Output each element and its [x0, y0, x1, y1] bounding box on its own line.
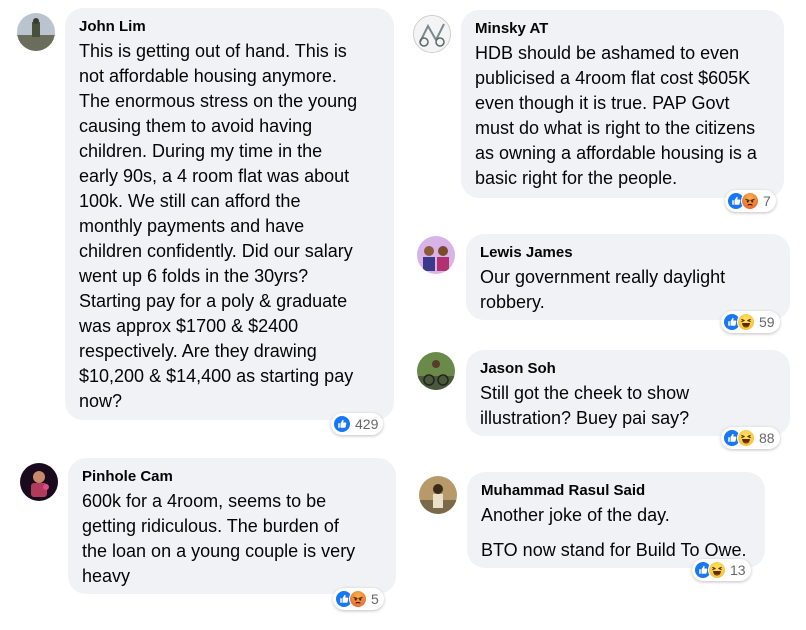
reaction-summary[interactable]: 88 — [721, 427, 780, 449]
haha-icon — [708, 561, 726, 579]
comment-author[interactable]: Muhammad Rasul Said — [481, 481, 751, 501]
avatar[interactable] — [417, 352, 455, 390]
comment-bubble: John Lim This is getting out of hand. Th… — [65, 8, 394, 420]
reaction-summary[interactable]: 5 — [333, 588, 384, 610]
comment-author[interactable]: Lewis James — [480, 243, 776, 263]
haha-icon — [737, 313, 755, 331]
comment-bubble: Lewis James Our government really daylig… — [466, 234, 790, 320]
comment-bubble: Muhammad Rasul Said Another joke of the … — [467, 472, 765, 568]
avatar[interactable] — [419, 476, 457, 514]
avatar[interactable] — [413, 15, 451, 53]
comment-author[interactable]: Pinhole Cam — [82, 467, 382, 487]
reaction-count: 88 — [759, 430, 775, 446]
reaction-count: 13 — [730, 562, 746, 578]
comment-text: HDB should be ashamed to even publicised… — [475, 43, 757, 188]
comment-author[interactable]: Minsky AT — [475, 19, 770, 39]
avatar[interactable] — [20, 463, 58, 501]
reaction-count: 7 — [763, 193, 771, 209]
reaction-count: 59 — [759, 314, 775, 330]
like-icon — [333, 415, 351, 433]
comment-text: Another joke of the day. — [481, 505, 670, 525]
avatar[interactable] — [17, 13, 55, 51]
reaction-summary[interactable]: 7 — [725, 190, 776, 212]
comment-text: Our government really daylight robbery. — [480, 267, 726, 312]
comment-author[interactable]: Jason Soh — [480, 359, 776, 379]
comment-bubble: Jason Soh Still got the cheek to show il… — [466, 350, 790, 436]
comment-text: This is getting out of hand. This is not… — [79, 41, 358, 411]
comment-text: 600k for a 4room, seems to be getting ri… — [82, 491, 356, 586]
haha-icon — [737, 429, 755, 447]
comment-bubble: Minsky AT HDB should be ashamed to even … — [461, 10, 784, 198]
reaction-count: 429 — [355, 416, 379, 432]
reaction-summary[interactable]: 13 — [692, 559, 751, 581]
reaction-count: 5 — [371, 591, 379, 607]
comment-author[interactable]: John Lim — [79, 17, 380, 37]
angry-icon — [741, 192, 759, 210]
comment-text: Still got the cheek to show illustration… — [480, 383, 690, 428]
avatar[interactable] — [417, 236, 455, 274]
comment-bubble: Pinhole Cam 600k for a 4room, seems to b… — [68, 458, 396, 594]
reaction-summary[interactable]: 59 — [721, 311, 780, 333]
reaction-summary[interactable]: 429 — [331, 413, 384, 435]
angry-icon — [349, 590, 367, 608]
